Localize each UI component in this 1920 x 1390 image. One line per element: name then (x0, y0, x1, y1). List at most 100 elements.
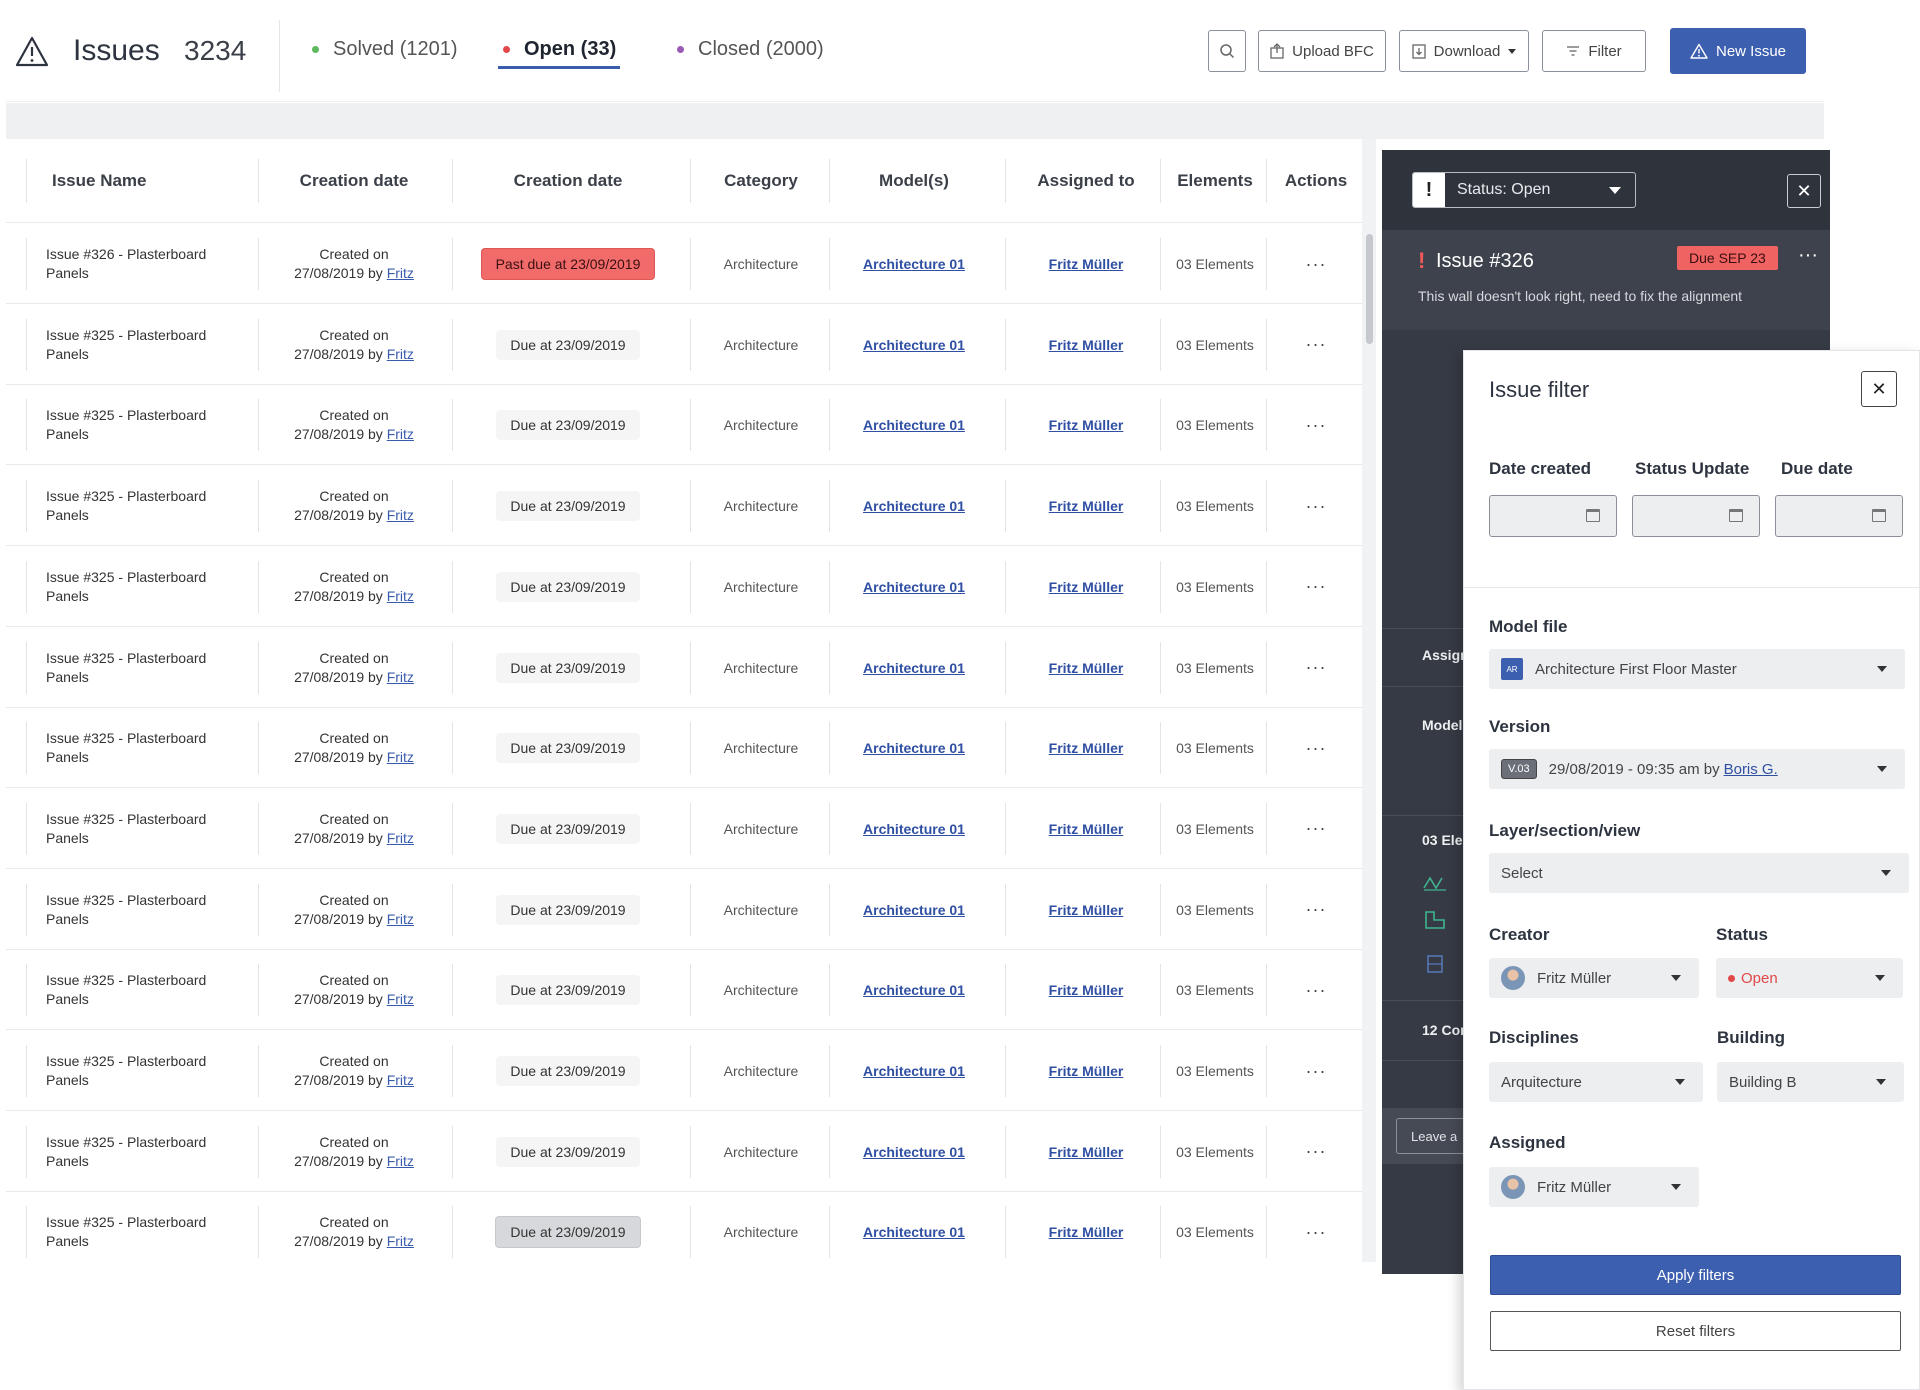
upload-bfc-button[interactable]: Upload BFC (1258, 30, 1386, 72)
table-row[interactable]: Issue #325 - Plasterboard Panels Created … (6, 789, 1362, 869)
creator-link[interactable]: Fritz (387, 991, 414, 1007)
assignee-link[interactable]: Fritz Müller (1049, 256, 1124, 272)
table-row[interactable]: Issue #325 - Plasterboard Panels Created … (6, 628, 1362, 708)
model-link[interactable]: Architecture 01 (863, 660, 965, 676)
assignee-link[interactable]: Fritz Müller (1049, 337, 1124, 353)
issue-name-cell[interactable]: Issue #325 - Plasterboard Panels (46, 870, 246, 950)
building-select[interactable]: Building B (1717, 1062, 1904, 1102)
more-actions-icon[interactable]: ··· (1271, 1031, 1361, 1111)
search-button[interactable] (1208, 30, 1246, 72)
issue-name-cell[interactable]: Issue #325 - Plasterboard Panels (46, 708, 246, 788)
assignee-link[interactable]: Fritz Müller (1049, 579, 1124, 595)
table-row[interactable]: Issue #325 - Plasterboard Panels Created … (6, 466, 1362, 547)
more-actions-icon[interactable]: ··· (1271, 950, 1361, 1030)
model-link[interactable]: Architecture 01 (863, 902, 965, 918)
model-link[interactable]: Architecture 01 (863, 337, 965, 353)
creator-link[interactable]: Fritz (387, 265, 414, 281)
assignee-link[interactable]: Fritz Müller (1049, 821, 1124, 837)
creator-link[interactable]: Fritz (387, 588, 414, 604)
col-due-date[interactable]: Creation date (448, 161, 688, 201)
creator-link[interactable]: Fritz (387, 426, 414, 442)
close-detail-button[interactable]: ✕ (1787, 174, 1821, 208)
tab-solved[interactable]: Solved (1201) (312, 38, 458, 61)
creator-link[interactable]: Fritz (387, 749, 414, 765)
creator-link[interactable]: Fritz (387, 346, 414, 362)
assignee-link[interactable]: Fritz Müller (1049, 902, 1124, 918)
assignee-link[interactable]: Fritz Müller (1049, 1144, 1124, 1160)
model-link[interactable]: Architecture 01 (863, 1144, 965, 1160)
creator-link[interactable]: Fritz (387, 911, 414, 927)
more-actions-icon[interactable]: ··· (1271, 1112, 1361, 1192)
table-row[interactable]: Issue #325 - Plasterboard Panels Created … (6, 708, 1362, 789)
more-actions-icon[interactable]: ··· (1271, 628, 1361, 708)
issue-name-cell[interactable]: Issue #325 - Plasterboard Panels (46, 1112, 246, 1192)
assignee-link[interactable]: Fritz Müller (1049, 417, 1124, 433)
model-link[interactable]: Architecture 01 (863, 1063, 965, 1079)
issue-name-cell[interactable]: Issue #325 - Plasterboard Panels (46, 466, 246, 546)
status-update-input[interactable] (1632, 495, 1760, 537)
close-filter-button[interactable]: ✕ (1861, 371, 1897, 407)
assigned-select[interactable]: Fritz Müller (1489, 1167, 1699, 1207)
model-link[interactable]: Architecture 01 (863, 1224, 965, 1240)
issue-name-cell[interactable]: Issue #325 - Plasterboard Panels (46, 1192, 246, 1262)
col-assigned-to[interactable]: Assigned to (1006, 161, 1166, 201)
assignee-link[interactable]: Fritz Müller (1049, 1224, 1124, 1240)
model-link[interactable]: Architecture 01 (863, 417, 965, 433)
disciplines-select[interactable]: Arquitecture (1489, 1062, 1703, 1102)
col-creation-date[interactable]: Creation date (264, 161, 444, 201)
table-scrollbar-thumb[interactable] (1366, 234, 1373, 344)
table-row[interactable]: Issue #326 - Plasterboard Panels Created … (6, 224, 1362, 304)
download-button[interactable]: Download (1399, 30, 1529, 72)
issue-name-cell[interactable]: Issue #325 - Plasterboard Panels (46, 1031, 246, 1111)
more-actions-icon[interactable]: ··· (1271, 789, 1361, 869)
issue-name-cell[interactable]: Issue #326 - Plasterboard Panels (46, 224, 246, 304)
creator-link[interactable]: Fritz (387, 1233, 414, 1249)
more-options-icon[interactable]: ··· (1798, 244, 1818, 267)
new-issue-button[interactable]: New Issue (1670, 28, 1806, 74)
table-row[interactable]: Issue #325 - Plasterboard Panels Created … (6, 1192, 1362, 1262)
assignee-link[interactable]: Fritz Müller (1049, 1063, 1124, 1079)
creator-link[interactable]: Fritz (387, 1153, 414, 1169)
table-row[interactable]: Issue #325 - Plasterboard Panels Created … (6, 950, 1362, 1031)
creator-link[interactable]: Fritz (387, 669, 414, 685)
tab-open[interactable]: Open (33) (503, 38, 616, 61)
table-row[interactable]: Issue #325 - Plasterboard Panels Created … (6, 547, 1362, 627)
col-models[interactable]: Model(s) (834, 161, 994, 201)
issue-name-cell[interactable]: Issue #325 - Plasterboard Panels (46, 547, 246, 627)
more-actions-icon[interactable]: ··· (1271, 305, 1361, 385)
assignee-link[interactable]: Fritz Müller (1049, 660, 1124, 676)
date-created-input[interactable] (1489, 495, 1617, 537)
more-actions-icon[interactable]: ··· (1271, 870, 1361, 950)
creator-link[interactable]: Fritz (387, 507, 414, 523)
assignee-link[interactable]: Fritz Müller (1049, 740, 1124, 756)
model-link[interactable]: Architecture 01 (863, 256, 965, 272)
table-row[interactable]: Issue #325 - Plasterboard Panels Created … (6, 870, 1362, 950)
col-issue-name[interactable]: Issue Name (52, 161, 147, 201)
model-link[interactable]: Architecture 01 (863, 498, 965, 514)
creator-link[interactable]: Fritz (387, 1072, 414, 1088)
reset-filters-button[interactable]: Reset filters (1490, 1311, 1901, 1351)
model-file-select[interactable]: AR Architecture First Floor Master (1489, 649, 1905, 689)
apply-filters-button[interactable]: Apply filters (1490, 1255, 1901, 1295)
assignee-link[interactable]: Fritz Müller (1049, 982, 1124, 998)
filter-button[interactable]: Filter (1542, 30, 1646, 72)
model-link[interactable]: Architecture 01 (863, 982, 965, 998)
more-actions-icon[interactable]: ··· (1271, 708, 1361, 788)
creator-select[interactable]: Fritz Müller (1489, 958, 1699, 998)
version-user-link[interactable]: Boris G. (1724, 761, 1778, 778)
issue-name-cell[interactable]: Issue #325 - Plasterboard Panels (46, 950, 246, 1030)
more-actions-icon[interactable]: ··· (1271, 224, 1361, 304)
tab-closed[interactable]: Closed (2000) (677, 38, 824, 61)
table-row[interactable]: Issue #325 - Plasterboard Panels Created … (6, 385, 1362, 466)
due-date-input[interactable] (1775, 495, 1903, 537)
issue-name-cell[interactable]: Issue #325 - Plasterboard Panels (46, 628, 246, 708)
more-actions-icon[interactable]: ··· (1271, 385, 1361, 465)
status-select-filter[interactable]: Open (1716, 958, 1903, 998)
version-select[interactable]: V.03 29/08/2019 - 09:35 am by Boris G. (1489, 749, 1905, 789)
assignee-link[interactable]: Fritz Müller (1049, 498, 1124, 514)
creator-link[interactable]: Fritz (387, 830, 414, 846)
model-link[interactable]: Architecture 01 (863, 821, 965, 837)
issue-name-cell[interactable]: Issue #325 - Plasterboard Panels (46, 385, 246, 465)
status-select[interactable]: ! Status: Open (1412, 172, 1636, 208)
col-category[interactable]: Category (696, 161, 826, 201)
